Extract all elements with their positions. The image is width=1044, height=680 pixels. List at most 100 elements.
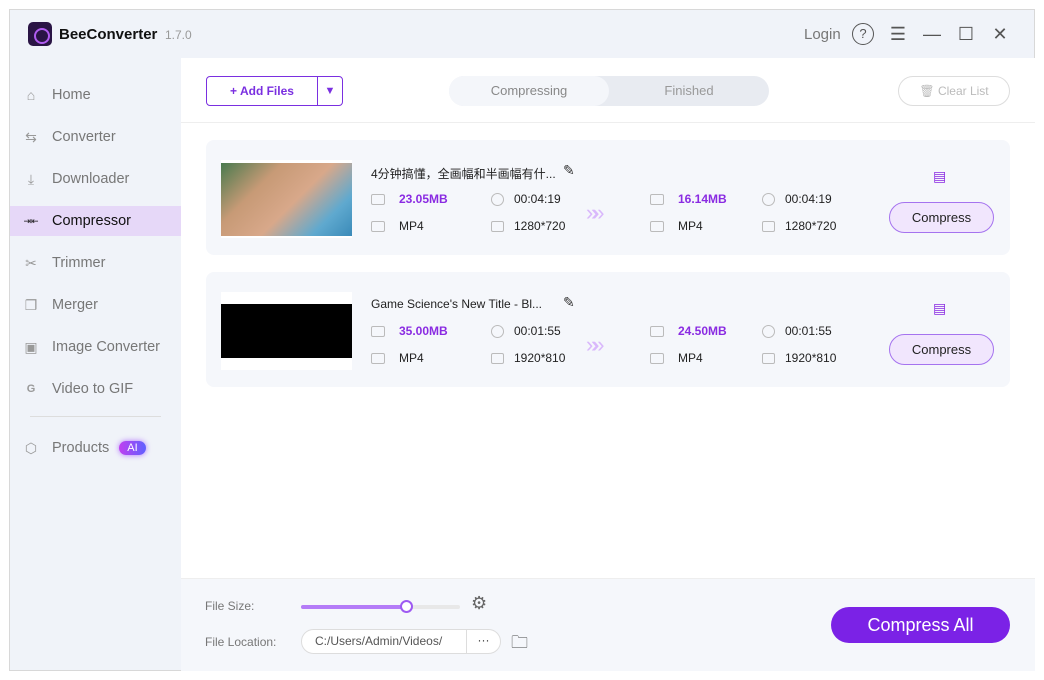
- sidebar-item-home[interactable]: ⌂ Home: [10, 80, 181, 110]
- compress-all-button[interactable]: Compress All: [831, 607, 1010, 643]
- file-size-slider[interactable]: [301, 600, 460, 613]
- sidebar-item-label: Compressor: [52, 213, 131, 229]
- footer: File Size: ⚙ File Location: C:/Users/Adm…: [181, 578, 1035, 671]
- app-version: 1.7.0: [165, 28, 192, 42]
- status-tabs: Compressing Finished: [449, 76, 769, 106]
- sidebar-item-image-converter[interactable]: ▣ Image Converter: [10, 332, 181, 362]
- file-location-input[interactable]: C:/Users/Admin/Videos/: [302, 630, 466, 653]
- video-thumbnail[interactable]: [221, 160, 352, 238]
- file-location-field[interactable]: C:/Users/Admin/Videos/···: [301, 629, 501, 654]
- output-resolution[interactable]: 1920*810: [785, 351, 836, 365]
- toolbar: + Add Files ▼ Compressing Finished 🗑 Clea…: [181, 58, 1035, 123]
- resolution-icon: [491, 220, 504, 232]
- input-size: 23.05MB: [399, 192, 448, 206]
- output-size: 24.50MB: [678, 324, 727, 338]
- output-duration: 00:04:19: [785, 192, 832, 206]
- resolution-icon: [762, 352, 775, 364]
- download-icon: ⤓: [27, 170, 35, 187]
- add-files-label[interactable]: + Add Files: [207, 77, 317, 105]
- app-logo: [28, 22, 52, 46]
- compress-button[interactable]: Compress: [889, 334, 994, 365]
- edit-icon[interactable]: ✎: [563, 162, 575, 179]
- add-files-button[interactable]: + Add Files ▼: [206, 76, 343, 106]
- login-link[interactable]: Login: [804, 26, 841, 43]
- sidebar: ⌂ Home ⇆ Converter ⤓ Downloader ⇥⇤ Compresso…: [10, 80, 181, 475]
- cube-icon: ⬡: [24, 439, 38, 456]
- sidebar-item-converter[interactable]: ⇆ Converter: [10, 122, 181, 152]
- arrow-right-icon: »»: [586, 200, 605, 225]
- merge-icon: ❐: [24, 296, 38, 313]
- file-item: Game Science's New Title - Bl... ✎ 35.00…: [206, 272, 1010, 387]
- video-thumbnail[interactable]: [221, 292, 352, 370]
- help-icon[interactable]: ?: [852, 23, 874, 45]
- input-size: 35.00MB: [399, 324, 448, 338]
- menu-icon[interactable]: ☰: [887, 23, 909, 45]
- output-format[interactable]: MP4: [678, 219, 703, 233]
- sidebar-item-label: Trimmer: [52, 255, 106, 271]
- sidebar-item-downloader[interactable]: ⤓ Downloader: [10, 164, 181, 194]
- sidebar-item-label: Image Converter: [52, 339, 160, 355]
- gear-icon[interactable]: ⚙: [471, 593, 487, 614]
- clock-icon: [762, 324, 775, 338]
- sidebar-item-label: Merger: [52, 297, 98, 313]
- clock-icon: [762, 192, 775, 206]
- chevron-down-icon[interactable]: ▼: [317, 77, 342, 105]
- sidebar-item-video-to-gif[interactable]: G Video to GIF: [10, 374, 181, 404]
- input-format: MP4: [399, 219, 424, 233]
- sidebar-item-products[interactable]: ⬡ Products AI: [10, 433, 181, 463]
- close-icon[interactable]: ✕: [989, 23, 1011, 45]
- resolution-icon: [762, 220, 775, 232]
- clear-list-label: Clear List: [937, 84, 989, 98]
- format-icon: [371, 220, 385, 232]
- home-icon: ⌂: [26, 87, 36, 103]
- file-title: Game Science's New Title - Bl...: [371, 297, 543, 311]
- output-size: 16.14MB: [678, 192, 727, 206]
- settings-doc-icon[interactable]: ▤: [933, 300, 946, 317]
- sidebar-item-compressor[interactable]: ⇥⇤ Compressor: [10, 206, 181, 236]
- sidebar-item-trimmer[interactable]: ✂ Trimmer: [10, 248, 181, 278]
- minimize-icon[interactable]: —: [921, 23, 943, 45]
- main-panel: + Add Files ▼ Compressing Finished 🗑 Clea…: [181, 58, 1035, 671]
- input-format: MP4: [399, 351, 424, 365]
- maximize-icon[interactable]: ☐: [955, 23, 977, 45]
- output-duration: 00:01:55: [785, 324, 832, 338]
- trash-icon: 🗑: [919, 84, 935, 98]
- edit-icon[interactable]: ✎: [563, 294, 575, 311]
- browse-button[interactable]: ···: [466, 630, 500, 653]
- output-format[interactable]: MP4: [678, 351, 703, 365]
- compress-button[interactable]: Compress: [889, 202, 994, 233]
- format-icon: [650, 220, 664, 232]
- divider: [30, 416, 161, 417]
- video-icon: [371, 193, 385, 205]
- slider-handle[interactable]: [399, 600, 413, 613]
- video-icon: [371, 325, 385, 337]
- file-location-label: File Location:: [205, 635, 277, 649]
- app-window: BeeConverter 1.7.0 Login ? ☰ — ☐ ✕ ⌂ Home…: [9, 9, 1035, 671]
- tab-compressing[interactable]: Compressing: [449, 76, 609, 106]
- input-duration: 00:01:55: [514, 324, 561, 338]
- gif-icon: G: [26, 383, 36, 395]
- input-resolution: 1280*720: [514, 219, 566, 233]
- input-resolution: 1920*810: [514, 351, 566, 365]
- scissors-icon: ✂: [25, 254, 37, 271]
- clock-icon: [491, 192, 504, 206]
- compress-icon: ⇥⇤: [23, 215, 39, 226]
- slider-fill: [301, 605, 406, 609]
- format-icon: [650, 352, 664, 364]
- sidebar-item-merger[interactable]: ❐ Merger: [10, 290, 181, 320]
- clear-list-button[interactable]: 🗑 Clear List: [898, 76, 1010, 106]
- settings-doc-icon[interactable]: ▤: [933, 168, 946, 185]
- format-icon: [371, 352, 385, 364]
- sidebar-item-label: Products: [52, 440, 110, 456]
- app-name: BeeConverter: [59, 26, 158, 43]
- resolution-icon: [491, 352, 504, 364]
- tab-finished[interactable]: Finished: [609, 76, 769, 106]
- swap-icon: ⇆: [25, 128, 37, 145]
- sidebar-item-label: Video to GIF: [52, 381, 134, 397]
- input-duration: 00:04:19: [514, 192, 561, 206]
- folder-icon[interactable]: 🗀: [511, 630, 528, 659]
- sidebar-item-label: Converter: [52, 129, 116, 145]
- output-resolution[interactable]: 1280*720: [785, 219, 836, 233]
- video-icon: [650, 325, 664, 337]
- image-icon: ▣: [24, 338, 38, 355]
